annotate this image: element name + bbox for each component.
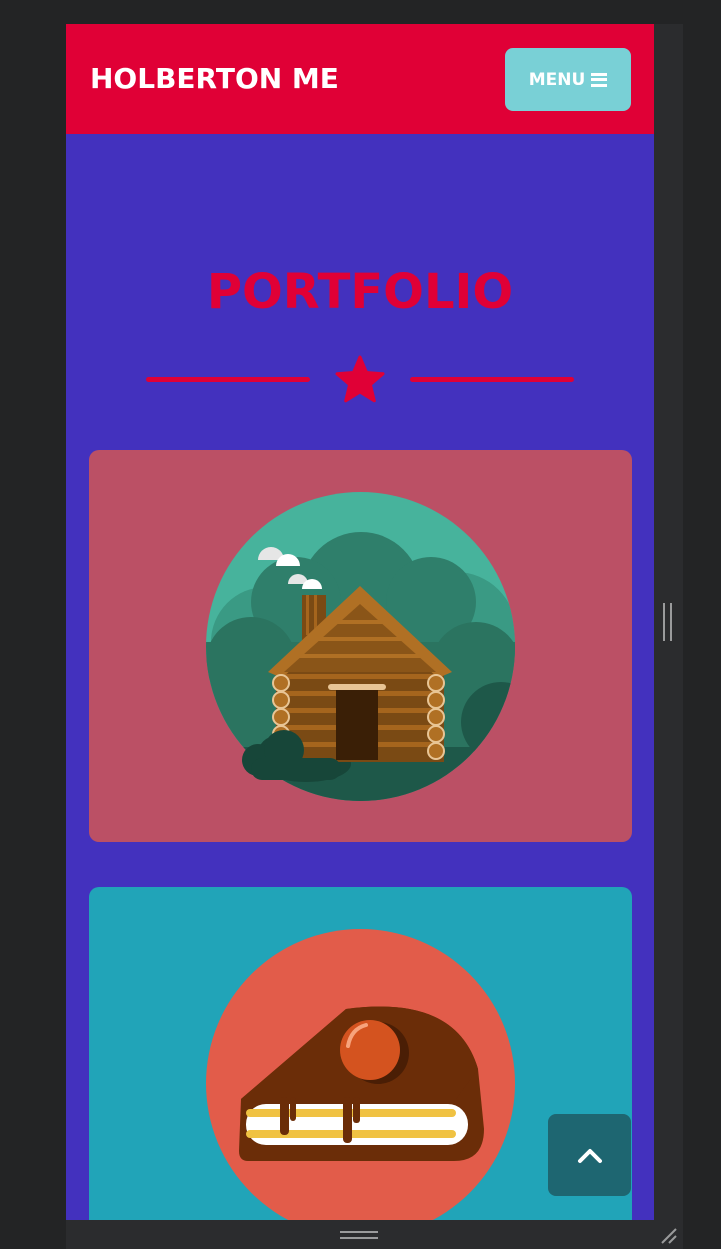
menu-button[interactable]: MENU [505,48,631,111]
navbar: HOLBERTON ME MENU [66,24,654,134]
page-viewport: HOLBERTON ME MENU PORTFOLIO [66,24,654,1220]
cake-illustration [206,929,515,1220]
portfolio-item-cabin[interactable] [89,450,632,842]
menu-label: MENU [528,69,586,90]
hamburger-icon [591,72,608,87]
cabin-illustration [206,492,515,801]
vertical-resize-handle[interactable] [663,603,672,641]
divider-line-left [146,377,310,382]
divider-line-right [410,377,574,382]
horizontal-resize-handle[interactable] [340,1231,378,1239]
section-title: PORTFOLIO [206,264,514,320]
chevron-up-icon [577,1149,602,1163]
back-to-top-button[interactable] [548,1114,631,1196]
brand-title[interactable]: HOLBERTON ME [90,61,339,97]
star-icon [335,355,385,403]
resize-grip-icon[interactable] [658,1225,678,1245]
